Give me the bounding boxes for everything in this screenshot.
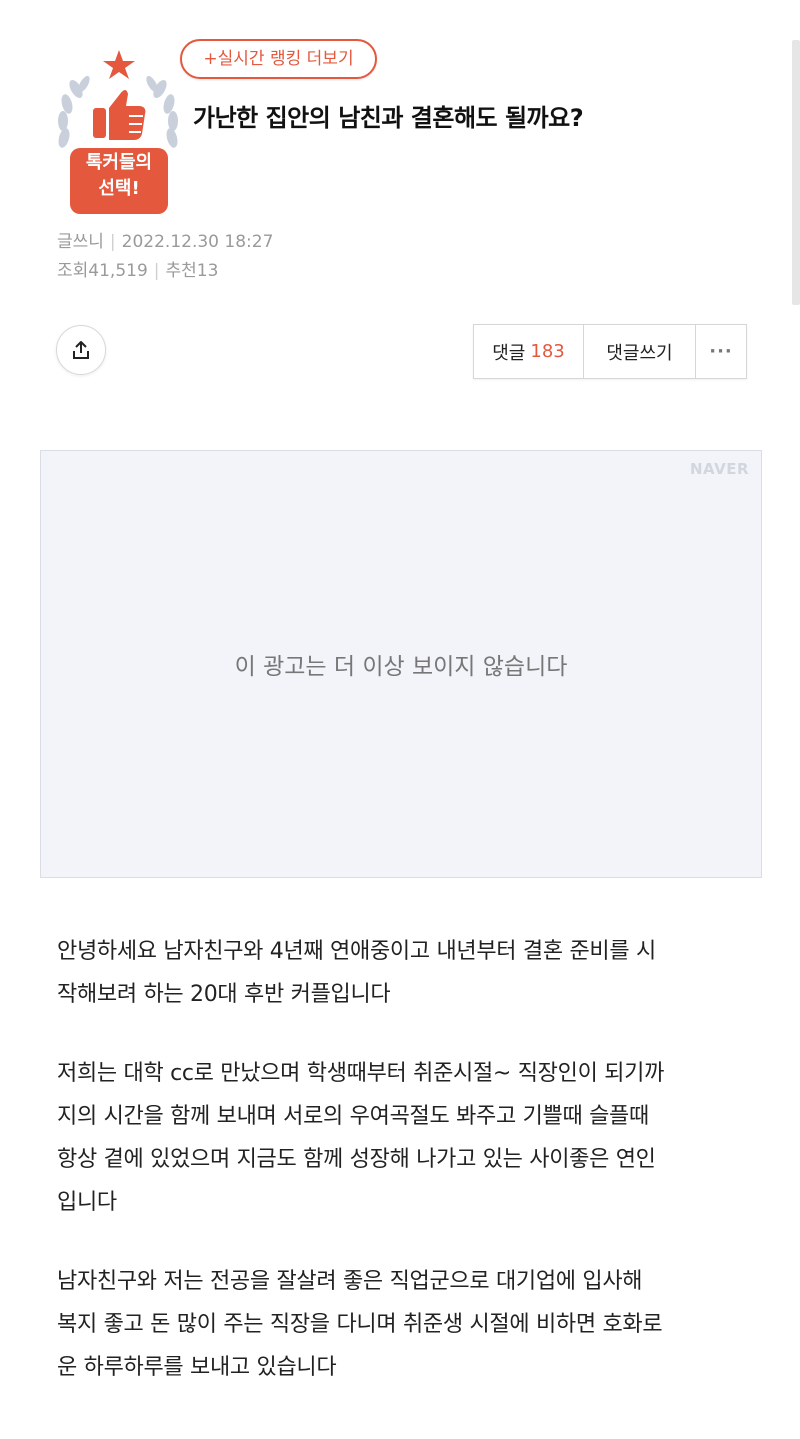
ad-hidden-message: 이 광고는 더 이상 보이지 않습니다: [234, 654, 568, 680]
comments-button[interactable]: 댓글 183: [474, 325, 584, 378]
badge-line2: 선택!: [98, 178, 140, 199]
more-options-button[interactable]: ···: [696, 325, 746, 378]
post-body: 안녕하세요 남자친구와 4년째 연애중이고 내년부터 결혼 준비를 시 작해보려…: [57, 930, 747, 1425]
badge-text: 톡커들의 선택!: [70, 150, 168, 202]
meta-divider: |: [109, 232, 116, 252]
share-button[interactable]: [56, 325, 106, 375]
body-line: 복지 좋고 돈 많이 주는 직장을 다니며 취준생 시절에 비하면 호화로: [57, 1312, 663, 1337]
body-line: 운 하루하루를 보내고 있습니다: [57, 1355, 337, 1380]
body-line: 안녕하세요 남자친구와 4년째 연애중이고 내년부터 결혼 준비를 시: [57, 939, 656, 964]
body-line: 저희는 대학 cc로 만났으며 학생때부터 취준시절~ 직장인이 되기까: [57, 1061, 665, 1086]
post-date: 2022.12.30 18:27: [121, 232, 274, 252]
body-line: 작해보려 하는 20대 후반 커플입니다: [57, 982, 391, 1007]
ad-container: NAVER 이 광고는 더 이상 보이지 않습니다: [40, 450, 762, 878]
body-paragraph: 남자친구와 저는 전공을 잘살려 좋은 직업군으로 대기업에 입사해 복지 좋고…: [57, 1260, 747, 1389]
realtime-ranking-button[interactable]: +실시간 랭킹 더보기: [180, 39, 377, 79]
body-paragraph: 저희는 대학 cc로 만났으며 학생때부터 취준시절~ 직장인이 되기까 지의 …: [57, 1052, 747, 1224]
body-paragraph: 안녕하세요 남자친구와 4년째 연애중이고 내년부터 결혼 준비를 시 작해보려…: [57, 930, 747, 1016]
meta-divider: |: [153, 261, 160, 281]
body-line: 남자친구와 저는 전공을 잘살려 좋은 직업군으로 대기업에 입사해: [57, 1269, 643, 1294]
naver-logo: NAVER: [689, 460, 749, 478]
comments-count: 183: [530, 341, 565, 362]
share-icon: [73, 341, 89, 359]
recommend-count: 추천13: [165, 261, 219, 281]
talkers-choice-badge: 톡커들의 선택!: [52, 44, 184, 220]
post-action-buttons: 댓글 183 댓글쓰기 ···: [473, 324, 747, 379]
post-title: 가난한 집안의 남친과 결혼해도 될까요?: [193, 104, 584, 132]
view-count: 조회41,519: [57, 261, 148, 281]
comments-label: 댓글: [492, 342, 526, 364]
post-meta-stats: 조회41,519 | 추천13: [57, 259, 218, 283]
body-line: 항상 곁에 있었으며 지금도 함께 성장해 나가고 있는 사이좋은 연인: [57, 1147, 656, 1172]
write-comment-button[interactable]: 댓글쓰기: [584, 325, 696, 378]
author-name[interactable]: 글쓰니: [57, 232, 104, 252]
body-line: 지의 시간을 함께 보내며 서로의 우여곡절도 봐주고 기쁠때 슬플때: [57, 1104, 649, 1129]
body-line: 입니다: [57, 1190, 117, 1215]
more-icon: ···: [709, 341, 733, 362]
badge-line1: 톡커들의: [85, 152, 153, 173]
page-scrollbar[interactable]: [792, 40, 800, 305]
post-meta-author-date: 글쓰니 | 2022.12.30 18:27: [57, 230, 273, 254]
